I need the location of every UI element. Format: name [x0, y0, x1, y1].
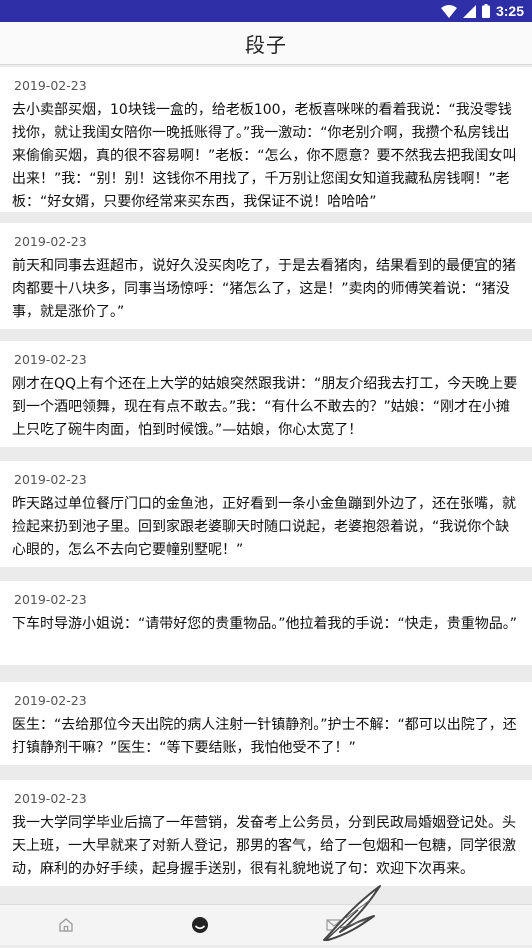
post-date: 2019-02-23 [14, 78, 87, 93]
signal-icon [462, 4, 476, 18]
tab-home[interactable] [0, 905, 132, 945]
post-text: 刚才在QQ上有个还在上大学的姑娘突然跟我讲：“朋友介绍我去打工，今天晚上要到一个… [12, 376, 518, 438]
list-item[interactable]: 2019-02-23 下车时导游小姐说：“请带好您的贵重物品。”他拉着我的手说：… [0, 581, 532, 665]
compose-button[interactable] [318, 880, 384, 944]
home-icon [59, 918, 73, 932]
list-item[interactable]: 2019-02-23 去小卖部买烟，10块钱一盒的，给老板100，老板喜咪咪的看… [0, 67, 532, 212]
quill-icon [323, 885, 381, 941]
list-item[interactable]: 2019-02-23 昨天路过单位餐厅门口的金鱼池，正好看到一条小金鱼蹦到外边了… [0, 461, 532, 567]
post-date: 2019-02-23 [14, 352, 87, 367]
post-text: 医生：“去给那位今天出院的病人注射一针镇静剂。”护士不解：“都可以出院了，还打镇… [12, 717, 517, 756]
post-date: 2019-02-23 [14, 592, 87, 607]
status-time: 3:25 [495, 3, 524, 19]
list-item[interactable]: 2019-02-23 我一大学同学毕业后搞了一年营销，发奋考上公务员，分到民政局… [0, 780, 532, 886]
wifi-icon [440, 4, 457, 18]
joke-icon [192, 917, 208, 933]
list-item[interactable]: 2019-02-23 前天和同事去逛超市，说好久没买肉吃了，于是去看猪肉，结果看… [0, 223, 532, 329]
post-text: 昨天路过单位餐厅门口的金鱼池，正好看到一条小金鱼蹦到外边了，还在张嘴，就捡起来扔… [12, 496, 516, 558]
post-text: 下车时导游小姐说：“请带好您的贵重物品。”他拉着我的手说：“快走，贵重物品。” [12, 616, 518, 632]
page-title: 段子 [245, 32, 287, 57]
post-text: 我一大学同学毕业后搞了一年营销，发奋考上公务员，分到民政局婚姻登记处。头天上班，… [12, 815, 516, 877]
battery-icon [481, 4, 490, 18]
status-bar: 3:25 [0, 0, 532, 22]
post-text: 前天和同事去逛超市，说好久没买肉吃了，于是去看猪肉，结果看到的最便宜的猪肉都要十… [12, 258, 516, 320]
post-text: 去小卖部买烟，10块钱一盒的，给老板100，老板喜咪咪的看着我说：“我没零钱找你… [12, 102, 517, 210]
post-date: 2019-02-23 [14, 693, 87, 708]
post-date: 2019-02-23 [14, 472, 87, 487]
tab-jokes[interactable] [134, 905, 266, 945]
joke-list[interactable]: 2019-02-23 去小卖部买烟，10块钱一盒的，给老板100，老板喜咪咪的看… [0, 64, 532, 904]
list-item[interactable]: 2019-02-23 刚才在QQ上有个还在上大学的姑娘突然跟我讲：“朋友介绍我去… [0, 341, 532, 447]
list-item[interactable]: 2019-02-23 医生：“去给那位今天出院的病人注射一针镇静剂。”护士不解：… [0, 682, 532, 765]
status-indicators: 3:25 [440, 2, 524, 20]
post-date: 2019-02-23 [14, 234, 87, 249]
app-header: 段子 [0, 22, 532, 65]
bottom-tab-bar [0, 904, 532, 945]
post-date: 2019-02-23 [14, 791, 87, 806]
